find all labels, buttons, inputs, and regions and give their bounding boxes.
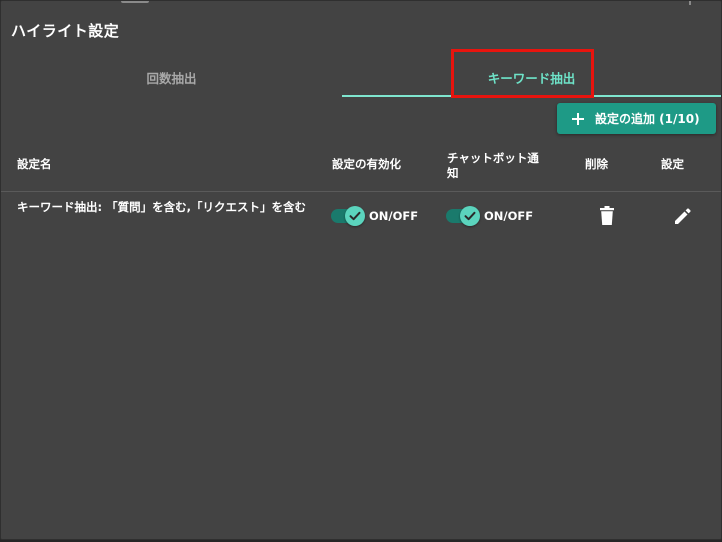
header-edit: 設定 — [661, 157, 684, 171]
highlight-settings-dialog: ハイライト設定 回数抽出 キーワード抽出 設定の追加 (1/10) 設定名 設定… — [0, 0, 722, 540]
header-setting-name: 設定名 — [17, 157, 52, 171]
check-icon — [460, 206, 480, 226]
plus-icon — [571, 112, 585, 126]
tab-bar: 回数抽出 キーワード抽出 — [1, 56, 721, 98]
pencil-icon[interactable] — [671, 204, 695, 228]
header-divider — [1, 191, 721, 192]
tab-count-extraction[interactable]: 回数抽出 — [1, 56, 342, 98]
setting-name-cell: キーワード抽出: 「質問」を含む,「リクエスト」を含む — [17, 200, 306, 214]
toggle-track — [331, 206, 365, 226]
trash-icon[interactable] — [595, 204, 619, 228]
enable-toggle-label: ON/OFF — [369, 209, 419, 223]
enable-toggle[interactable]: ON/OFF — [331, 205, 418, 227]
header-delete: 削除 — [585, 157, 608, 171]
toggle-track — [446, 206, 480, 226]
chatbot-notify-toggle[interactable]: ON/OFF — [446, 205, 533, 227]
add-setting-label: 設定の追加 (1/10) — [595, 112, 700, 126]
add-setting-button[interactable]: 設定の追加 (1/10) — [557, 103, 716, 134]
active-tab-indicator — [342, 95, 721, 97]
check-icon — [345, 206, 365, 226]
top-right-mark — [689, 1, 691, 5]
dialog-title: ハイライト設定 — [11, 22, 120, 40]
header-chatbot-notify: チャットボット通知 — [447, 151, 539, 180]
header-enable: 設定の有効化 — [332, 157, 401, 171]
chatbot-toggle-label: ON/OFF — [484, 209, 534, 223]
top-notch — [121, 1, 149, 3]
tab-keyword-extraction[interactable]: キーワード抽出 — [342, 56, 721, 98]
